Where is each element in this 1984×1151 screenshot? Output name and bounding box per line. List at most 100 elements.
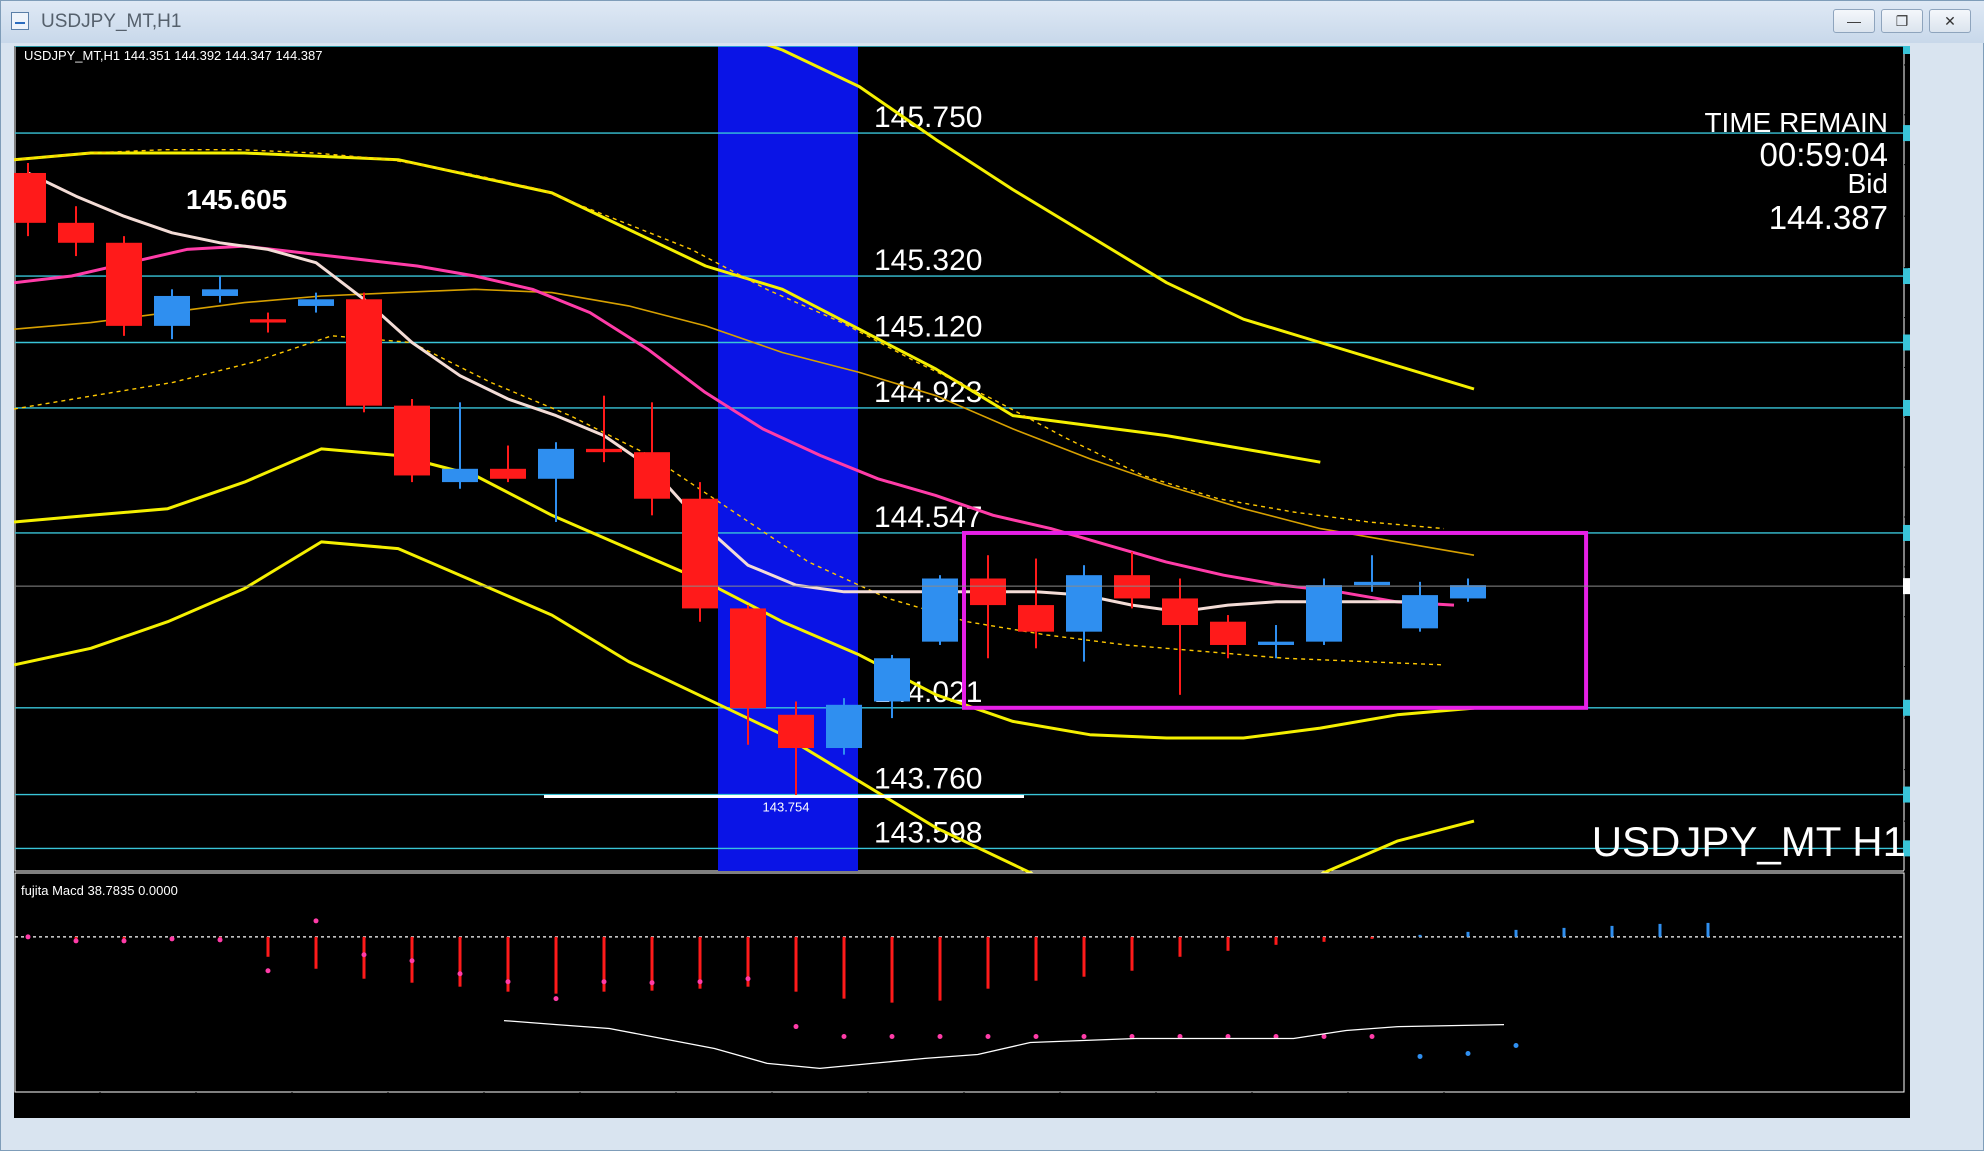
candle-body: [634, 452, 670, 499]
candle-body: [298, 299, 334, 306]
macd-dot: [265, 968, 271, 974]
time-tick-label: 26 Jun 01:00: [292, 1101, 362, 1115]
candle-body: [1114, 575, 1150, 599]
macd-dot: [1465, 1050, 1471, 1056]
macd-dot: [409, 958, 415, 964]
macd-dot: [1081, 1034, 1087, 1040]
candle-body: [490, 468, 526, 479]
time-tick-label: 26 Jun 21:00: [1252, 1101, 1322, 1115]
time-tick-label: 25 Jun 23:00: [196, 1101, 266, 1115]
macd-dot: [793, 1024, 799, 1030]
time-tick-label: 25 Jun 2025: [14, 1101, 70, 1115]
macd-dot: [73, 938, 79, 944]
macd-dot: [313, 918, 319, 924]
chart-header: USDJPY_MT,H1 144.351 144.392 144.347 144…: [24, 48, 323, 63]
macd-dot: [1513, 1042, 1519, 1048]
indicator-pane-frame: [14, 872, 1905, 1093]
macd-dot: [697, 979, 703, 985]
candle-body: [1018, 605, 1054, 632]
chart-window-icon: [11, 12, 29, 30]
macd-dot: [553, 996, 559, 1002]
level-axis-tag: [1903, 125, 1961, 142]
candle-body: [538, 448, 574, 479]
time-tick-label: 26 Jun 11:00: [772, 1101, 841, 1115]
candle-body: [1354, 581, 1390, 586]
time-tick-label: 26 Jun 15:00: [964, 1101, 1034, 1115]
title-bar[interactable]: USDJPY_MT,H1 — ❐ ✕: [1, 1, 1984, 43]
candle-body: [1066, 575, 1102, 632]
time-tick-label: 25 Jun 21:00: [100, 1101, 170, 1115]
macd-dot: [1033, 1034, 1039, 1040]
symbol-watermark: USDJPY_MT H1: [1592, 818, 1906, 865]
chart-svg[interactable]: 145.750145.320145.120144.923144.547144.0…: [3, 0, 1961, 1118]
level-label: 145.120: [874, 310, 982, 343]
candle-body: [394, 405, 430, 476]
macd-dot: [505, 979, 511, 985]
macd-dot: [361, 952, 367, 958]
maximize-button[interactable]: ❐: [1881, 9, 1923, 33]
candle-body: [1210, 621, 1246, 645]
candle-body: [346, 299, 382, 406]
time-tick-label: 26 Jun 07:00: [580, 1101, 650, 1115]
macd-dot: [121, 938, 127, 944]
low-marker-label: 143.754: [763, 800, 810, 815]
candle-body: [730, 608, 766, 709]
macd-dot: [985, 1034, 991, 1040]
time-tick-label: 26 Jun 17:00: [1060, 1101, 1130, 1115]
time-tick-label: 26 Jun 23:00: [1348, 1101, 1418, 1115]
level-label: 143.760: [874, 763, 982, 796]
level-axis-tag: [1903, 334, 1961, 351]
candle-body: [58, 222, 94, 243]
level-axis-tag: [1903, 524, 1961, 541]
candle-body: [922, 578, 958, 642]
candle-body: [106, 242, 142, 326]
bid-label: Bid: [1848, 168, 1888, 199]
macd-dot: [457, 971, 463, 977]
candle-body: [778, 714, 814, 749]
time-tick-label: 26 Jun 05:00: [484, 1101, 554, 1115]
candle-body: [1162, 598, 1198, 626]
level-label: 145.750: [874, 101, 982, 134]
time-tick-label: 26 Jun 13:00: [868, 1101, 938, 1115]
level-axis-tag: [1903, 699, 1961, 716]
price-label: 145.605: [186, 184, 287, 215]
candle-body: [154, 295, 190, 326]
indicator-header: fujita Macd 38.7835 0.0000: [21, 883, 178, 898]
candle-body: [1450, 585, 1486, 599]
macd-dot: [649, 980, 655, 986]
chart-area[interactable]: 145.750 145.320 145.120 144.923 144.547 144.0…: [3, 0, 1961, 1118]
time-tick-label: 26 Jun 19:00: [1156, 1101, 1226, 1115]
candle-body: [1402, 595, 1438, 629]
level-axis-tag: [1903, 268, 1961, 285]
time-tick-label: 27 Jun 01:00: [1444, 1101, 1514, 1115]
level-label: 145.320: [874, 244, 982, 277]
chart-window: USDJPY_MT,H1 — ❐ ✕ 145.750 145.320 145.120…: [0, 0, 1984, 1151]
time-tick-label: 26 Jun 09:00: [676, 1101, 746, 1115]
candle-body: [10, 172, 46, 223]
candle-body: [586, 448, 622, 453]
candle-body: [826, 704, 862, 749]
macd-dot: [1369, 1034, 1375, 1040]
minimize-button[interactable]: —: [1833, 9, 1875, 33]
level-axis-tag: [1903, 786, 1961, 803]
macd-dot: [841, 1034, 847, 1040]
macd-dot: [169, 936, 175, 942]
timer-label: TIME REMAIN: [1704, 107, 1888, 138]
candle-body: [442, 468, 478, 483]
macd-dot: [25, 934, 31, 940]
time-tick-label: 26 Jun 03:00: [388, 1101, 458, 1115]
bid-value: 144.387: [1769, 199, 1888, 236]
level-axis-tag: [1903, 38, 1961, 54]
candle-body: [970, 578, 1006, 606]
close-button[interactable]: ✕: [1929, 9, 1971, 33]
candle-body: [874, 658, 910, 702]
candle-body: [1306, 585, 1342, 642]
level-axis-tag: [1903, 399, 1961, 416]
macd-dot: [745, 976, 751, 982]
candle-body: [202, 289, 238, 296]
candle-body: [682, 498, 718, 609]
macd-dot: [937, 1034, 943, 1040]
window-title: USDJPY_MT,H1: [41, 11, 182, 32]
current-price-tag: [1903, 578, 1961, 595]
candle-body: [250, 319, 286, 323]
